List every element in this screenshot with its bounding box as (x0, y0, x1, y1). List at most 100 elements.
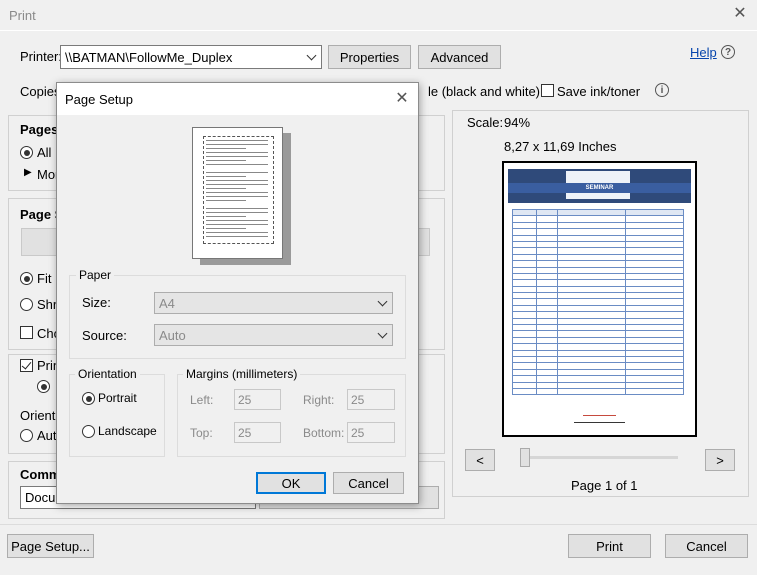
portrait-label: Portrait (98, 391, 137, 405)
paper-size-label: Size: (82, 295, 111, 310)
advanced-button[interactable]: Advanced (418, 45, 501, 69)
shrink-radio[interactable] (20, 298, 33, 311)
thumbnail-text-line (206, 200, 246, 201)
paper-source-select[interactable]: Auto (154, 324, 393, 346)
page-setup-close-icon[interactable]: ✕ (394, 91, 410, 107)
margin-left-label: Left: (190, 393, 214, 407)
thumbnail-text-line (206, 140, 268, 141)
thumbnail-text-line (206, 196, 268, 197)
thumbnail-text-line (206, 212, 268, 213)
landscape-radio[interactable] (82, 425, 95, 438)
page-setup-dialog: Page Setup ✕ Paper Size: A4 Source: Auto… (56, 82, 419, 504)
window-title: Print (9, 8, 36, 23)
print-both-checkbox[interactable] (20, 359, 33, 372)
info-icon[interactable]: i (655, 83, 669, 97)
chevron-down-icon (303, 46, 319, 68)
preview-header-banner: SEMINAR (508, 169, 691, 203)
page-size-label: 8,27 x 11,69 Inches (504, 139, 617, 154)
margins-group-label: Margins (millimeters) (183, 367, 301, 381)
preview-footer-line-2: ▬▬▬▬▬▬▬▬▬▬▬▬▬▬▬▬▬ (574, 420, 625, 424)
pages-all-label: All (37, 145, 52, 160)
expand-more-icon[interactable]: ▶ (24, 167, 32, 178)
thumbnail-text-line (206, 180, 268, 181)
comments-heading: Comm (20, 467, 61, 482)
help-icon[interactable]: ? (721, 45, 735, 59)
thumbnail-text-line (206, 148, 246, 149)
thumbnail-text-line (206, 172, 268, 173)
thumbnail-text-line (206, 152, 268, 153)
title-divider (0, 30, 757, 31)
paper-size-value: A4 (159, 295, 175, 311)
orientation-group-label: Orientation (75, 367, 140, 381)
page-setup-ok-button[interactable]: OK (256, 472, 326, 494)
printer-select[interactable]: \\BATMAN\FollowMe_Duplex (60, 45, 322, 69)
paper-group (69, 275, 406, 359)
printer-label: Printer: (20, 49, 62, 64)
preview-table-row (512, 387, 684, 396)
thumbnail-text-line (206, 232, 268, 233)
thumbnail-text-line (206, 160, 246, 161)
paper-size-select[interactable]: A4 (154, 292, 393, 314)
thumbnail-text-line (206, 192, 268, 193)
scale-label: Scale: (467, 115, 504, 130)
page-setup-title: Page Setup (65, 92, 133, 107)
fit-radio[interactable] (20, 272, 33, 285)
thumbnail-text-line (206, 164, 268, 165)
print-button[interactable]: Print (568, 534, 651, 558)
grayscale-label: le (black and white) (428, 84, 540, 99)
thumbnail-text-line (206, 184, 268, 185)
prev-page-button[interactable]: < (465, 449, 495, 471)
margin-top-label: Top: (190, 426, 213, 440)
thumbnail-text-line (206, 176, 246, 177)
print-both-radio[interactable] (37, 380, 50, 393)
margins-group (177, 374, 406, 457)
thumbnail-text-line (206, 156, 268, 157)
close-icon[interactable]: ✕ (732, 6, 748, 22)
thumbnail-text-line (206, 144, 268, 145)
thumbnail-text-line (206, 228, 246, 229)
auto-orientation-radio[interactable] (20, 429, 33, 442)
paper-group-label: Paper (76, 268, 115, 282)
page-preview: SEMINAR ▬▬▬▬▬▬▬▬▬▬▬ ▬▬▬▬▬▬▬▬▬▬▬▬▬▬▬▬▬ (502, 161, 697, 437)
page-slider-thumb[interactable] (520, 448, 530, 467)
chevron-down-icon (374, 325, 390, 345)
paper-thumbnail (192, 127, 283, 259)
paper-source-value: Auto (159, 327, 186, 343)
choose-paper-checkbox[interactable] (20, 326, 33, 339)
page-setup-cancel-button[interactable]: Cancel (333, 472, 404, 494)
margin-bottom-label: Bottom: (303, 426, 345, 440)
paper-source-label: Source: (82, 328, 127, 343)
save-ink-label: Save ink/toner (557, 84, 641, 99)
thumbnail-text-line (206, 220, 268, 221)
thumbnail-text-line (206, 188, 246, 189)
page-setup-button[interactable]: Page Setup... (7, 534, 94, 558)
save-ink-checkbox[interactable] (541, 84, 554, 97)
margin-right-input[interactable]: 25 (347, 389, 395, 410)
thumbnail-text-line (206, 224, 268, 225)
margin-top-input[interactable]: 25 (234, 422, 281, 443)
margin-bottom-input[interactable]: 25 (347, 422, 395, 443)
portrait-radio[interactable] (82, 392, 95, 405)
chevron-down-icon (374, 293, 390, 313)
page-indicator: Page 1 of 1 (571, 478, 638, 493)
footer-divider (0, 524, 757, 525)
comments-value: Docu (25, 490, 56, 505)
help-link[interactable]: Help (690, 45, 717, 60)
properties-button[interactable]: Properties (328, 45, 411, 69)
scale-value: 94% (504, 115, 531, 130)
landscape-label: Landscape (98, 424, 157, 438)
margin-left-input[interactable]: 25 (234, 389, 281, 410)
orientation-group (69, 374, 165, 457)
margin-right-label: Right: (303, 393, 335, 407)
thumbnail-text-line (206, 236, 268, 237)
copies-label: Copies (20, 84, 61, 99)
pages-all-radio[interactable] (20, 146, 33, 159)
page-slider-track[interactable] (526, 456, 678, 459)
fit-label: Fit (37, 271, 52, 286)
thumbnail-text-line (206, 208, 268, 209)
preview-footer-line-1: ▬▬▬▬▬▬▬▬▬▬▬ (583, 413, 616, 417)
thumbnail-text-line (206, 216, 246, 217)
next-page-button[interactable]: > (705, 449, 735, 471)
cancel-button[interactable]: Cancel (665, 534, 748, 558)
preview-table (512, 208, 684, 396)
